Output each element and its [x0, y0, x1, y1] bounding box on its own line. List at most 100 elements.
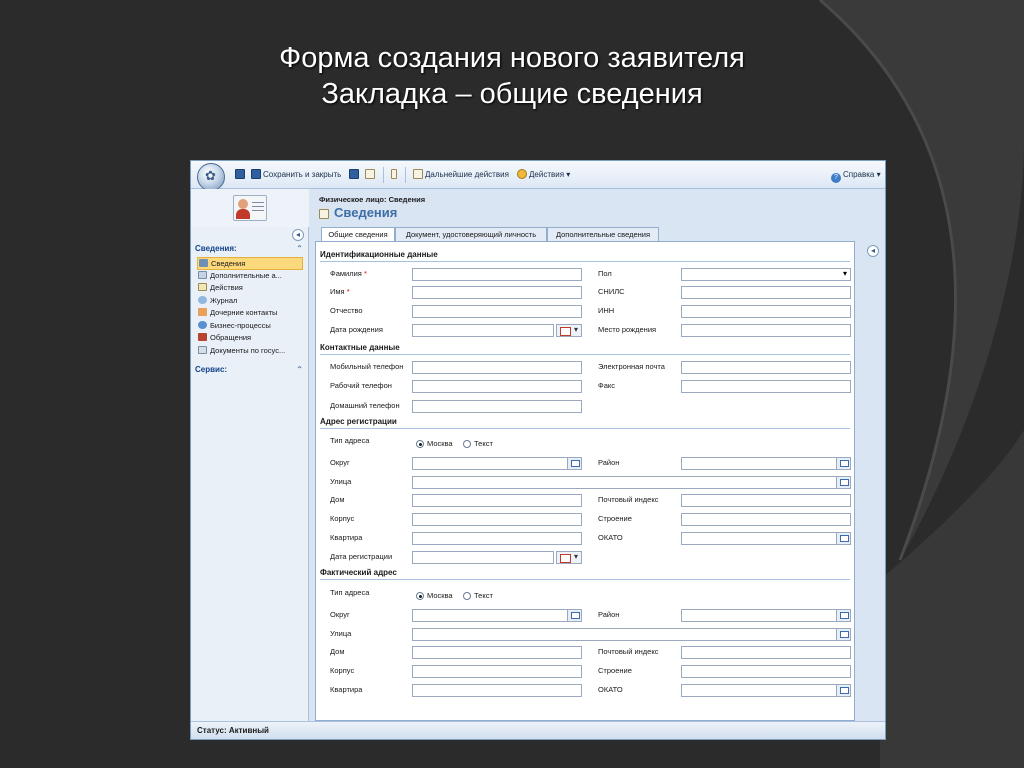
nav-item-business-processes[interactable]: Бизнес-процессы	[197, 320, 303, 333]
slide-title-line1: Форма создания нового заявителя	[279, 42, 745, 74]
app-menu-orb[interactable]: ✿	[197, 163, 225, 191]
save-close-button[interactable]: Сохранить и закрыть	[251, 168, 341, 182]
chevron-down-icon: ▾	[842, 269, 847, 278]
nav-item-child-contacts[interactable]: Дочерние контакты	[197, 307, 303, 320]
toolbar-separator	[405, 167, 406, 183]
calendar-icon[interactable]	[556, 324, 582, 337]
reg-building-field[interactable]	[412, 513, 582, 526]
lookup-icon[interactable]	[836, 685, 850, 696]
snils-field[interactable]	[681, 286, 851, 299]
collapse-nav-button[interactable]: ◂	[292, 229, 304, 241]
nav-item-label: Бизнес-процессы	[210, 320, 271, 330]
help-menu[interactable]: ? Справка ▾	[831, 168, 881, 183]
calendar-icon[interactable]	[556, 551, 582, 564]
lookup-icon[interactable]	[836, 477, 850, 488]
contacts-icon	[198, 308, 207, 316]
nav-item-documents[interactable]: Документы по госус...	[197, 345, 303, 358]
status-bar: Статус: Активный	[191, 721, 885, 739]
print-button[interactable]	[365, 168, 377, 182]
save-close-icon	[251, 169, 261, 179]
mobile-label: Мобильный телефон	[330, 362, 404, 371]
birthdate-label: Дата рождения	[330, 325, 383, 334]
fact-radio-moscow[interactable]	[416, 592, 424, 600]
actions-label: Действия ▾	[529, 170, 571, 179]
patronymic-field[interactable]	[412, 305, 582, 318]
form-icon	[319, 209, 329, 219]
nav-section-service[interactable]: Сервис: ⌃	[195, 364, 305, 376]
reg-structure-field[interactable]	[681, 513, 851, 526]
mobile-field[interactable]	[412, 361, 582, 374]
save-new-icon	[349, 169, 359, 179]
expand-pane-button[interactable]: ◂	[867, 245, 879, 257]
fact-street-lookup[interactable]	[412, 628, 851, 641]
lookup-icon[interactable]	[836, 629, 850, 640]
nav-item-info[interactable]: Сведения	[197, 257, 303, 270]
fact-region-label: Район	[598, 610, 620, 619]
fact-zip-field[interactable]	[681, 646, 851, 659]
print-icon	[365, 169, 375, 179]
lookup-icon[interactable]	[836, 610, 850, 621]
nav-item-journal[interactable]: Журнал	[197, 295, 303, 308]
reg-street-lookup[interactable]	[412, 476, 851, 489]
reg-date-field[interactable]	[412, 551, 554, 564]
firstname-field[interactable]	[412, 286, 582, 299]
fact-structure-field[interactable]	[681, 665, 851, 678]
further-actions-button[interactable]: Дальнейшие действия	[413, 168, 509, 182]
fact-region-lookup[interactable]	[681, 609, 851, 622]
fact-okato-label: ОКАТО	[598, 685, 623, 694]
nav-item-actions[interactable]: Действия	[197, 282, 303, 295]
fact-building-field[interactable]	[412, 665, 582, 678]
reg-zip-field[interactable]	[681, 494, 851, 507]
reg-region-label: Район	[598, 458, 620, 467]
work-phone-label: Рабочий телефон	[330, 381, 392, 390]
work-phone-field[interactable]	[412, 380, 582, 393]
attach-button[interactable]	[391, 168, 399, 182]
reg-radio-text[interactable]	[463, 440, 471, 448]
tab-additional[interactable]: Дополнительные сведения	[547, 227, 659, 241]
lookup-icon[interactable]	[567, 458, 581, 469]
reg-flat-field[interactable]	[412, 532, 582, 545]
reg-radio-moscow[interactable]	[416, 440, 424, 448]
snils-label: СНИЛС	[598, 287, 625, 296]
inn-field[interactable]	[681, 305, 851, 318]
nav-item-extra-address[interactable]: Дополнительные а...	[197, 270, 303, 283]
fact-district-lookup[interactable]	[412, 609, 582, 622]
actions-menu[interactable]: Действия ▾	[517, 168, 570, 182]
nav-section-info[interactable]: Сведения: ⌃	[195, 243, 305, 255]
email-field[interactable]	[681, 361, 851, 374]
fact-structure-label: Строение	[598, 666, 632, 675]
fact-okato-lookup[interactable]	[681, 684, 851, 697]
reg-region-lookup[interactable]	[681, 457, 851, 470]
fax-field[interactable]	[681, 380, 851, 393]
fact-house-field[interactable]	[412, 646, 582, 659]
lastname-field[interactable]	[412, 268, 582, 281]
birthplace-field[interactable]	[681, 324, 851, 337]
reg-district-lookup[interactable]	[412, 457, 582, 470]
gender-select[interactable]: ▾	[681, 268, 851, 281]
lookup-icon[interactable]	[836, 458, 850, 469]
tab-general[interactable]: Общие сведения	[321, 227, 395, 242]
save-button[interactable]	[235, 168, 247, 182]
birthdate-field[interactable]	[412, 324, 554, 337]
help-icon: ?	[831, 173, 841, 183]
nav-item-label: Дочерние контакты	[210, 308, 278, 317]
person-card-icon	[233, 195, 267, 221]
fact-radio-text[interactable]	[463, 592, 471, 600]
tab-identity-document[interactable]: Документ, удостоверяющий личность	[395, 227, 547, 241]
fact-flat-field[interactable]	[412, 684, 582, 697]
home-phone-field[interactable]	[412, 400, 582, 413]
nav-item-requests[interactable]: Обращения	[197, 332, 303, 345]
reg-okato-lookup[interactable]	[681, 532, 851, 545]
lookup-icon[interactable]	[567, 610, 581, 621]
nav-section-info-label: Сведения:	[195, 244, 237, 253]
toolbar: ✿ Сохранить и закрыть Дальнейшие действи…	[191, 161, 885, 191]
nav-item-label: Дополнительные а...	[210, 270, 282, 280]
process-icon	[198, 320, 207, 329]
reg-house-field[interactable]	[412, 494, 582, 507]
patronymic-label: Отчество	[330, 306, 363, 315]
fact-flat-label: Квартира	[330, 685, 363, 694]
reg-house-label: Дом	[330, 495, 345, 504]
lookup-icon[interactable]	[836, 533, 850, 544]
nav-section-service-label: Сервис:	[195, 365, 228, 374]
save-new-button[interactable]	[349, 168, 361, 182]
